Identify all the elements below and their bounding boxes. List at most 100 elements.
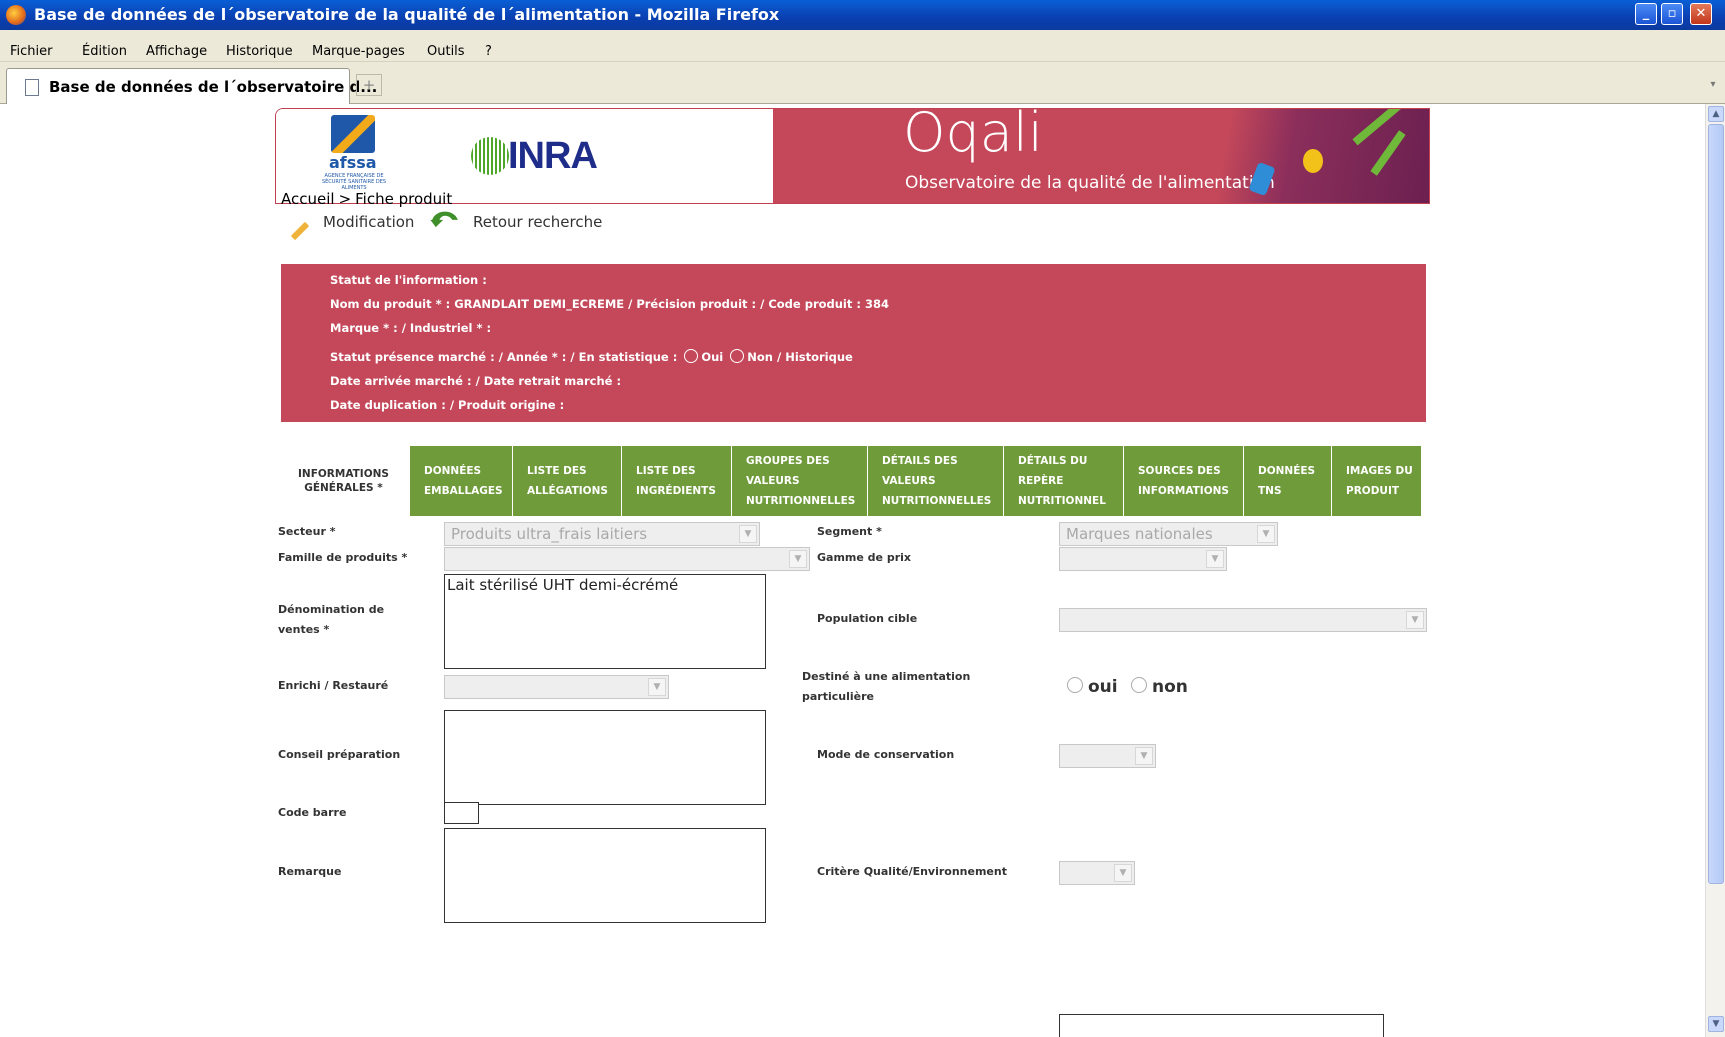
conseil-label: Conseil préparation xyxy=(278,748,401,761)
minimize-button[interactable]: _ xyxy=(1635,3,1657,25)
vertical-scrollbar[interactable]: ▲ ▼ xyxy=(1705,104,1725,1037)
denomination-label: Dénomination de xyxy=(278,603,385,616)
tab-liste-ingredients[interactable]: LISTE DES INGRÉDIENTS xyxy=(622,446,732,516)
destine-non-option[interactable]: non xyxy=(1131,677,1188,697)
statistique-oui-label: Oui xyxy=(701,350,724,364)
menu-marque-pages[interactable]: Marque-pages xyxy=(312,44,405,59)
new-tab-button[interactable]: + xyxy=(356,74,382,96)
breadcrumb-home[interactable]: Accueil xyxy=(281,190,335,208)
tab-bar: Base de données de l´observatoire d... +… xyxy=(0,62,1725,104)
menu-help[interactable]: ? xyxy=(485,44,492,59)
afssa-logo-subtext: AGENCE FRANÇAISE DE SÉCURITÉ SANITAIRE D… xyxy=(321,173,387,191)
partial-textarea[interactable] xyxy=(1059,1014,1384,1037)
scrollbar-thumb[interactable] xyxy=(1708,124,1724,884)
denomination-label-cont: ventes * xyxy=(278,623,330,636)
remarque-label: Remarque xyxy=(278,865,342,878)
population-select[interactable]: ▼ xyxy=(1059,608,1427,632)
tab-sources-informations[interactable]: SOURCES DES INFORMATIONS xyxy=(1124,446,1244,516)
tab-informations-generales[interactable]: INFORMATIONS GÉNÉRALES * xyxy=(278,446,410,516)
info-dates-line: Date arrivée marché : / Date retrait mar… xyxy=(330,374,622,388)
chevron-down-icon: ▼ xyxy=(1135,747,1153,765)
info-market-line: Statut présence marché : / Année * : / E… xyxy=(330,349,853,364)
oqali-subtitle: Observatoire de la qualité de l'alimenta… xyxy=(905,173,1275,193)
segment-select[interactable]: Marques nationales ▼ xyxy=(1059,522,1278,546)
menu-edition[interactable]: Édition xyxy=(82,44,127,59)
historique-link[interactable]: / Historique xyxy=(777,350,853,364)
destine-oui-label: oui xyxy=(1088,677,1118,697)
critere-select[interactable]: ▼ xyxy=(1059,861,1135,885)
mode-conservation-select[interactable]: ▼ xyxy=(1059,744,1156,768)
tab-details-repere-nutritionnel[interactable]: DÉTAILS DU REPÈRE NUTRITIONNEL xyxy=(1004,446,1124,516)
scroll-down-icon[interactable]: ▼ xyxy=(1708,1016,1724,1032)
modification-link[interactable]: Modification xyxy=(323,213,414,231)
destine-label-cont: particulière xyxy=(802,690,874,703)
info-product-line: Nom du produit * : GRANDLAIT DEMI_ECREME… xyxy=(330,297,889,311)
destine-oui-radio[interactable] xyxy=(1067,677,1083,693)
tab-liste-allegations[interactable]: LISTE DES ALLÉGATIONS xyxy=(513,446,622,516)
afssa-logo-text: afssa xyxy=(329,153,377,172)
chevron-down-icon: ▼ xyxy=(1206,550,1224,568)
statistique-non-label: Non xyxy=(747,350,773,364)
tab-details-valeurs-nutritionnelles[interactable]: DÉTAILS DES VALEURS NUTRITIONNELLES xyxy=(868,446,1004,516)
maximize-button[interactable]: ▫ xyxy=(1661,3,1683,25)
tab-list-icon[interactable]: ▾ xyxy=(1705,74,1721,96)
chevron-down-icon: ▼ xyxy=(648,678,666,696)
menu-outils[interactable]: Outils xyxy=(427,44,465,59)
chevron-down-icon: ▼ xyxy=(789,550,807,568)
tab-donnees-tns[interactable]: DONNÉES TNS xyxy=(1244,446,1332,516)
retour-recherche-link[interactable]: Retour recherche xyxy=(473,213,602,231)
info-status-line: Statut de l'information : xyxy=(330,273,487,287)
destine-oui-option[interactable]: oui xyxy=(1067,677,1118,697)
famille-label: Famille de produits * xyxy=(278,551,408,564)
return-arrow-icon[interactable] xyxy=(427,207,463,229)
tab-groupes-valeurs-nutritionnelles[interactable]: GROUPES DES VALEURS NUTRITIONNELLES xyxy=(732,446,868,516)
tab-images-produit[interactable]: IMAGES DU PRODUIT xyxy=(1332,446,1422,516)
chevron-down-icon: ▼ xyxy=(1406,611,1424,629)
mode-conservation-label: Mode de conservation xyxy=(817,748,955,761)
tab-title: Base de données de l´observatoire d... xyxy=(49,78,378,96)
destine-non-label: non xyxy=(1152,677,1188,697)
statistique-non-radio[interactable] xyxy=(730,349,745,363)
browser-tab[interactable]: Base de données de l´observatoire d... xyxy=(6,68,377,104)
conseil-textarea[interactable] xyxy=(444,710,766,805)
gamme-select[interactable]: ▼ xyxy=(1059,547,1227,571)
window-title: Base de données de l´observatoire de la … xyxy=(34,5,780,24)
pencil-icon[interactable] xyxy=(287,219,309,241)
oqali-logo-text: Oqali xyxy=(903,108,1043,164)
tab-donnees-emballages[interactable]: DONNÉES EMBALLAGES xyxy=(410,446,513,516)
breadcrumb: Accueil > Fiche produit xyxy=(281,190,452,208)
product-info-panel: Statut de l'information : Nom du produit… xyxy=(281,264,1426,422)
secteur-select[interactable]: Produits ultra_frais laitiers ▼ xyxy=(444,522,760,546)
leaf-illustration-icon xyxy=(1370,130,1406,176)
info-market-text: Statut présence marché : / Année * : / E… xyxy=(330,350,678,364)
info-duplication-line: Date duplication : / Produit origine : xyxy=(330,398,565,412)
fruit-illustration-icon xyxy=(1303,149,1323,173)
statistique-oui-radio[interactable] xyxy=(684,349,699,363)
menu-historique[interactable]: Historique xyxy=(226,44,293,59)
breadcrumb-current: Fiche produit xyxy=(355,190,453,208)
segment-label: Segment * xyxy=(817,525,882,538)
firefox-icon xyxy=(6,5,26,25)
chevron-down-icon: ▼ xyxy=(1114,864,1132,882)
remarque-textarea[interactable] xyxy=(444,828,766,923)
denomination-textarea[interactable]: Lait stérilisé UHT demi-écrémé xyxy=(444,574,766,669)
destine-non-radio[interactable] xyxy=(1131,677,1147,693)
breadcrumb-separator: > xyxy=(338,190,352,208)
famille-select[interactable]: ▼ xyxy=(444,547,810,571)
close-button[interactable]: ✕ xyxy=(1690,3,1712,25)
enrichi-select[interactable]: ▼ xyxy=(444,675,669,699)
inra-logo-icon xyxy=(471,137,509,175)
window-title-bar: Base de données de l´observatoire de la … xyxy=(0,0,1725,30)
destine-label: Destiné à une alimentation xyxy=(802,670,971,683)
info-brand-line: Marque * : / Industriel * : xyxy=(330,321,492,335)
segment-value: Marques nationales xyxy=(1066,525,1213,543)
inra-logo-text: INRA xyxy=(508,135,598,177)
code-barre-input[interactable] xyxy=(444,802,479,824)
secteur-value: Produits ultra_frais laitiers xyxy=(451,525,648,543)
critere-label: Critère Qualité/Environnement xyxy=(817,865,1007,878)
menu-fichier[interactable]: Fichier xyxy=(10,44,53,59)
secteur-label: Secteur * xyxy=(278,525,336,538)
scroll-up-icon[interactable]: ▲ xyxy=(1708,106,1724,122)
oqali-banner: Oqali Observatoire de la qualité de l'al… xyxy=(773,108,1429,203)
menu-affichage[interactable]: Affichage xyxy=(146,44,207,59)
